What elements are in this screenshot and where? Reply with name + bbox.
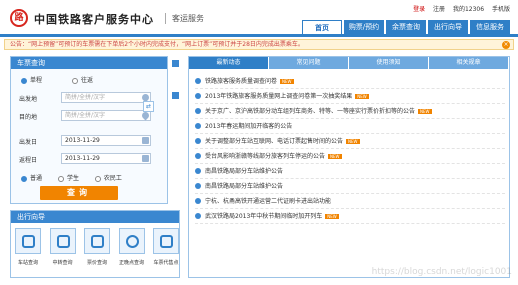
- agency-query-link[interactable]: 车票代售点: [151, 228, 181, 266]
- shortcut-icon[interactable]: [172, 60, 179, 67]
- news-list: 铁路旅客服务质量调查问卷 NEW 2013年铁路旅客服务质量网上调查问卷第一次抽奖结…: [195, 74, 505, 224]
- from-input[interactable]: 简拼/全拼/汉字: [61, 92, 151, 103]
- transfer-query-link[interactable]: 中转查询: [48, 228, 78, 266]
- nav-info[interactable]: 信息服务: [470, 20, 510, 35]
- railway-logo: 路: [10, 9, 28, 27]
- nav-guide[interactable]: 出行向导: [428, 20, 468, 35]
- news-item[interactable]: 受台风影响浙赣等线部分旅客列车停运的公告 NEW: [195, 149, 505, 164]
- tab-latest[interactable]: 最新动态: [189, 57, 269, 69]
- news-title: 南昌铁路局部分车站维护公告: [205, 183, 284, 190]
- ticket-agency-icon: [153, 228, 179, 254]
- news-item[interactable]: 铁路旅客服务质量调查问卷 NEW: [195, 74, 505, 89]
- passenger-type-group: 普通 学生 农民工: [21, 173, 122, 182]
- new-badge: NEW: [325, 214, 339, 219]
- news-title: 宁杭、杭甬高铁开通运营二代证刷卡进出站功能: [205, 198, 332, 205]
- oneway-radio[interactable]: 单程: [21, 77, 42, 84]
- register-link[interactable]: 注册: [433, 6, 445, 13]
- news-item[interactable]: 关于调整部分车站互联网、电话订票起售时间的公告 NEW: [195, 134, 505, 149]
- tab-faq[interactable]: 常见问题: [269, 57, 349, 69]
- radio-icon: [57, 175, 64, 182]
- my12306-link[interactable]: 我的12306: [453, 6, 484, 13]
- radio-icon: [21, 175, 27, 182]
- news-item[interactable]: 南昌铁路局部分车站维护公告: [195, 164, 505, 179]
- nav-home[interactable]: 首页: [302, 20, 342, 35]
- from-label: 出发地: [19, 96, 38, 103]
- side-shortcuts: [172, 60, 179, 124]
- top-links: 登录 注册 我的12306 手机版: [407, 4, 510, 13]
- close-icon[interactable]: ×: [502, 41, 510, 49]
- mobile-link[interactable]: 手机版: [492, 6, 510, 13]
- brand-subtitle: 客运服务: [165, 13, 204, 24]
- depart-date-input[interactable]: 2013-11-29: [61, 135, 151, 146]
- news-title: 2013年春运期间加开临客的公告: [205, 123, 293, 130]
- new-badge: NEW: [328, 154, 342, 159]
- guide-panel-title: 出行向导: [11, 211, 179, 223]
- radio-icon: [71, 77, 78, 84]
- nav-divider: [0, 34, 518, 37]
- student-radio[interactable]: 学生: [57, 175, 79, 182]
- notice-bar: 公告：“网上预留”可预订的车票需在下单后2个小时内完成支付，“网上订票”可预订并…: [4, 39, 514, 50]
- train-icon: [84, 228, 110, 254]
- radio-icon: [21, 77, 27, 84]
- watermark: https://blog.csdn.net/logic1001: [371, 267, 512, 277]
- worker-radio[interactable]: 农民工: [94, 175, 122, 182]
- new-badge: NEW: [346, 139, 360, 144]
- news-tabs: 最新动态 常见问题 使用须知 相关规章: [189, 57, 509, 69]
- nav-booking[interactable]: 购票/预约: [344, 20, 384, 35]
- news-title: 关于调整部分车站互联网、电话订票起售时间的公告: [205, 138, 344, 145]
- login-link[interactable]: 登录: [413, 6, 425, 13]
- brand-title: 中国铁路客户服务中心: [34, 13, 154, 26]
- depart-date-label: 出发日: [19, 139, 38, 146]
- to-input[interactable]: 简拼/全拼/汉字: [61, 110, 151, 121]
- clock-icon: [118, 228, 145, 254]
- news-title: 铁路旅客服务质量调查问卷: [205, 78, 278, 85]
- news-title: 南昌铁路局部分车站维护公告: [205, 168, 284, 175]
- normal-radio[interactable]: 普通: [21, 175, 42, 182]
- notice-text: 公告：“网上预留”可预订的车票需在下单后2个小时内完成支付，“网上订票”可预订并…: [10, 41, 304, 48]
- travel-guide-panel: 出行向导 车站查询 中转查询 票价查询 正晚点查询 车票代售点: [10, 210, 180, 278]
- query-button[interactable]: 查询: [40, 186, 118, 200]
- new-badge: NEW: [280, 79, 294, 84]
- main-nav: 首页 购票/预约 余票查询 出行向导 信息服务: [300, 20, 510, 35]
- radio-icon: [94, 175, 101, 182]
- new-badge: NEW: [418, 109, 432, 114]
- tab-notes[interactable]: 使用须知: [349, 57, 429, 69]
- location-pin-icon[interactable]: [140, 110, 151, 121]
- tab-rules[interactable]: 相关规章: [429, 57, 509, 69]
- shortcut-icon[interactable]: [172, 92, 179, 99]
- news-item[interactable]: 2013年春运期间加开临客的公告: [195, 119, 505, 134]
- news-item[interactable]: 南昌铁路局部分车站维护公告: [195, 179, 505, 194]
- news-title: 2013年铁路旅客服务质量网上调查问卷第一次抽奖结果: [205, 93, 353, 100]
- return-date-label: 返程日: [19, 157, 38, 164]
- news-panel: 最新动态 常见问题 使用须知 相关规章 铁路旅客服务质量调查问卷 NEW 2013年…: [188, 56, 510, 278]
- news-title: 受台风影响浙赣等线部分旅客列车停运的公告: [205, 153, 326, 160]
- calendar-icon[interactable]: [142, 155, 149, 162]
- to-label: 目的地: [19, 114, 38, 121]
- station-query-link[interactable]: 车站查询: [13, 228, 43, 266]
- trip-type-group: 单程 往返: [21, 75, 93, 84]
- news-item[interactable]: 武汉铁路局2013年中秋节期间临时加开列车 NEW: [195, 209, 505, 224]
- return-date-input[interactable]: 2013-11-29: [61, 153, 151, 164]
- transfer-icon: [49, 228, 76, 254]
- news-title: 关于京广、京沪高铁部分动车组列车商务、特等、一等座实行票价折扣等的公告: [205, 108, 416, 115]
- news-item[interactable]: 2013年铁路旅客服务质量网上调查问卷第一次抽奖结果 NEW: [195, 89, 505, 104]
- news-item[interactable]: 关于京广、京沪高铁部分动车组列车商务、特等、一等座实行票价折扣等的公告 NEW: [195, 104, 505, 119]
- station-icon: [15, 228, 41, 254]
- nav-remaining[interactable]: 余票查询: [386, 20, 426, 35]
- site-header: 路 中国铁路客户服务中心 客运服务 登录 注册 我的12306 手机版 首页 购…: [0, 0, 518, 37]
- fare-query-link[interactable]: 票价查询: [82, 228, 112, 266]
- news-title: 武汉铁路局2013年中秋节期间临时加开列车: [205, 213, 323, 220]
- news-item[interactable]: 宁杭、杭甬高铁开通运营二代证刷卡进出站功能: [195, 194, 505, 209]
- delay-query-link[interactable]: 正晚点查询: [117, 228, 147, 266]
- calendar-icon[interactable]: [142, 137, 149, 144]
- ticket-panel-title: 车票查询: [11, 57, 167, 69]
- swap-stations-button[interactable]: ⇄: [143, 101, 154, 112]
- ticket-search-panel: 车票查询 单程 往返 出发地 简拼/全拼/汉字 目的地 简拼/全拼/汉字 出发日…: [10, 56, 168, 204]
- new-badge: NEW: [355, 94, 369, 99]
- roundtrip-radio[interactable]: 往返: [71, 77, 93, 84]
